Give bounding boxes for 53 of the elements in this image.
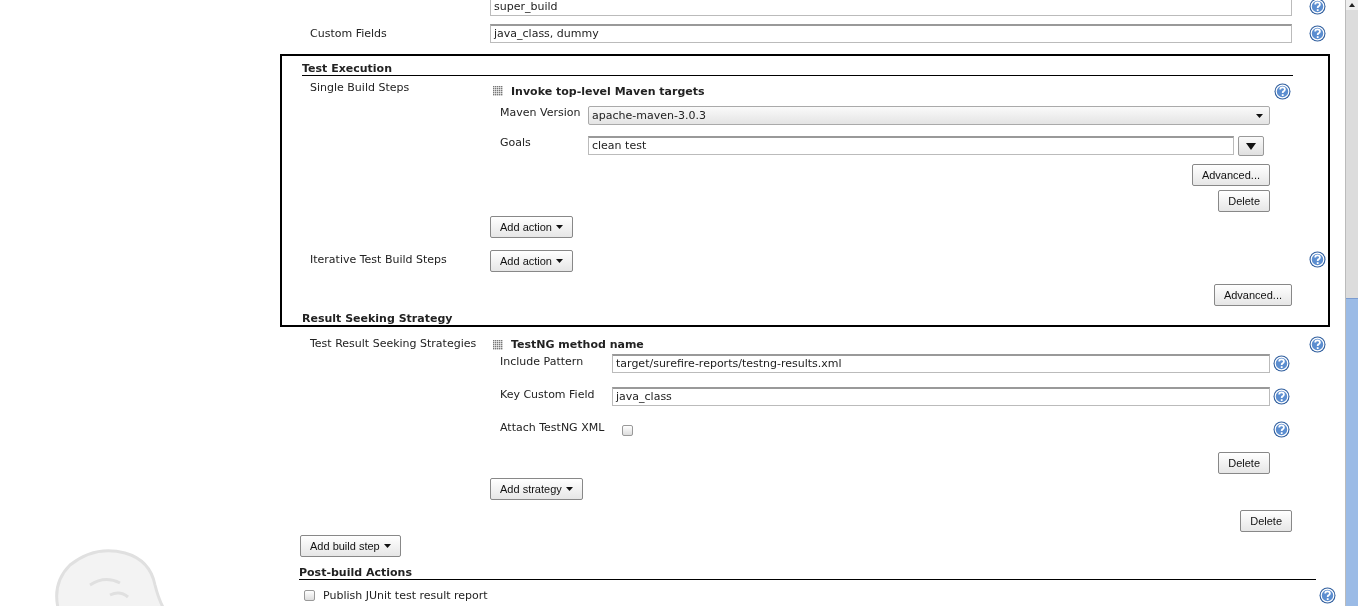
help-icon[interactable] — [1309, 336, 1326, 353]
text-field[interactable]: target/surefire-reports/testng-results.xml — [612, 354, 1270, 373]
section-heading: Result Seeking Strategy — [302, 312, 454, 325]
dropdown-button[interactable] — [1238, 136, 1264, 156]
delete-button[interactable]: Delete — [1218, 190, 1270, 212]
help-icon[interactable] — [1309, 251, 1326, 268]
checkbox-label: Publish JUnit test result report — [323, 588, 488, 602]
field-label: Goals — [500, 136, 532, 149]
step-title: Invoke top-level Maven targets — [511, 84, 705, 98]
caret-icon — [556, 225, 563, 229]
help-icon[interactable] — [1273, 355, 1290, 372]
add-strategy-button[interactable]: Add strategy — [490, 478, 583, 500]
caret-icon — [1256, 113, 1263, 118]
drag-handle-icon[interactable] — [493, 339, 503, 350]
scrollbar-thumb[interactable] — [1346, 298, 1358, 606]
drag-handle-icon[interactable] — [493, 86, 503, 96]
text-field[interactable]: java_class, dummy — [490, 24, 1292, 43]
text-field[interactable]: java_class — [612, 387, 1270, 406]
help-icon[interactable] — [1309, 0, 1326, 15]
checkbox[interactable] — [304, 589, 315, 601]
add-action-button[interactable]: Add action — [490, 250, 573, 272]
advanced-button[interactable]: Advanced... — [1213, 284, 1292, 306]
help-icon[interactable] — [1273, 388, 1290, 405]
caret-icon — [556, 259, 563, 263]
scrollbar[interactable] — [1345, 0, 1358, 606]
strategy-title: TestNG method name — [511, 338, 644, 351]
field-label: Include Pattern — [500, 354, 585, 368]
field-label: Custom Fields — [309, 26, 388, 40]
version-dropdown[interactable]: apache-maven-3.0.3 — [588, 106, 1270, 125]
section-heading: Post-build Actions — [299, 566, 1316, 580]
advanced-button[interactable]: Advanced... — [1191, 164, 1270, 186]
text-field[interactable]: super_build — [490, 0, 1292, 16]
field-label: Maven Version — [500, 106, 582, 119]
help-icon[interactable] — [1309, 25, 1326, 42]
checkbox[interactable] — [622, 424, 633, 436]
caret-icon — [1246, 142, 1256, 150]
scroll-up-icon[interactable] — [1346, 0, 1358, 10]
delete-button[interactable]: Delete — [1218, 452, 1270, 474]
field-label: Test Result Seeking Strategies — [309, 336, 478, 350]
section-heading: Test Execution — [302, 56, 1293, 76]
add-build-step-button[interactable]: Add build step — [300, 535, 401, 557]
field-label: Attach TestNG XML — [500, 420, 606, 434]
text-field[interactable]: clean test — [588, 136, 1234, 155]
help-icon[interactable] — [1273, 421, 1290, 438]
field-label: Key Custom Field — [500, 387, 596, 401]
help-icon[interactable] — [1319, 587, 1336, 604]
field-label: Iterative Test Build Steps — [309, 252, 448, 266]
caret-icon — [565, 487, 573, 491]
caret-icon — [383, 544, 391, 548]
help-icon[interactable] — [1274, 83, 1291, 100]
delete-button[interactable]: Delete — [1240, 510, 1292, 532]
add-action-button[interactable]: Add action — [490, 216, 573, 238]
field-label: Single Build Steps — [309, 80, 411, 94]
